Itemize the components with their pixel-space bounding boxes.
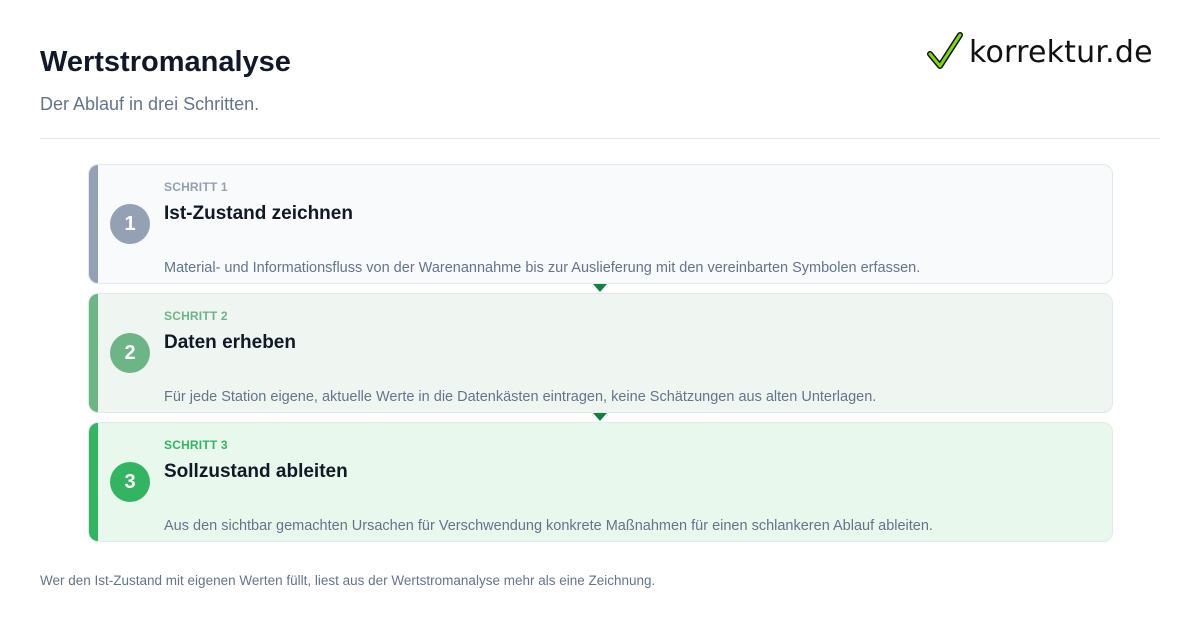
step-label: SCHRITT 1 (164, 180, 228, 194)
step-title: Daten erheben (164, 332, 296, 353)
step-card-1: 1 SCHRITT 1 Ist-Zustand zeichnen Materia… (88, 164, 1113, 284)
checkmark-icon (927, 32, 963, 69)
step-title: Sollzustand ableiten (164, 461, 348, 482)
step-card-3: 3 SCHRITT 3 Sollzustand ableiten Aus den… (88, 422, 1113, 542)
footer-note: Wer den Ist-Zustand mit eigenen Werten f… (40, 573, 656, 588)
step-accent-bar (89, 423, 98, 541)
step-label: SCHRITT 3 (164, 438, 228, 452)
step-description: Aus den sichtbar gemachten Ursachen für … (164, 518, 933, 534)
step-title: Ist-Zustand zeichnen (164, 203, 353, 224)
arrow-down-icon (593, 284, 607, 292)
page-title: Wertstromanalyse (40, 46, 291, 78)
brand-logo[interactable]: korrektur.de (927, 30, 1153, 74)
step-number-badge: 1 (110, 204, 150, 244)
step-accent-bar (89, 294, 98, 412)
step-description: Material- und Informationsfluss von der … (164, 260, 921, 276)
page-subtitle: Der Ablauf in drei Schritten. (40, 94, 260, 114)
brand-name: korrektur.de (969, 34, 1153, 70)
step-label: SCHRITT 2 (164, 309, 228, 323)
step-number-badge: 2 (110, 333, 150, 373)
step-accent-bar (89, 165, 98, 283)
step-card-2: 2 SCHRITT 2 Daten erheben Für jede Stati… (88, 293, 1113, 413)
step-number-badge: 3 (110, 462, 150, 502)
step-description: Für jede Station eigene, aktuelle Werte … (164, 389, 877, 405)
arrow-down-icon (593, 413, 607, 421)
header-divider (40, 138, 1160, 139)
page: Wertstromanalyse Der Ablauf in drei Schr… (0, 0, 1200, 630)
